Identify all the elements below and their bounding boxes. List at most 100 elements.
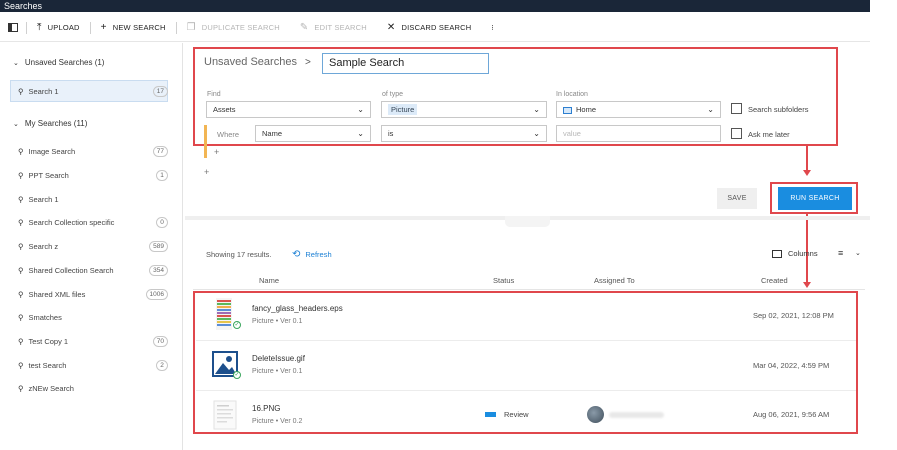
toggle-sidebar-button[interactable] xyxy=(0,14,26,41)
edit-search-label: EDIT SEARCH xyxy=(314,23,367,32)
search-icon: ⚲ xyxy=(18,360,24,370)
breadcrumb-parent[interactable]: Unsaved Searches xyxy=(204,56,297,68)
close-icon: ✕ xyxy=(386,22,396,33)
add-group-button[interactable]: + xyxy=(204,167,209,177)
status-badge: Review xyxy=(485,410,529,419)
sidebar-item-image-search[interactable]: ⚲ Image Search 77 xyxy=(18,144,168,158)
search-icon: ⚲ xyxy=(18,265,24,275)
sidebar-item-search-z[interactable]: ⚲ Search z 589 xyxy=(18,239,168,253)
created-date: Mar 04, 2022, 4:59 PM xyxy=(753,361,830,370)
file-thumbnail[interactable] xyxy=(213,400,239,430)
column-header-assigned-to[interactable]: Assigned To xyxy=(594,276,635,285)
annotation-arrow-head xyxy=(803,282,811,288)
file-name[interactable]: DeleteIssue.gif xyxy=(252,354,305,363)
save-button[interactable]: SAVE xyxy=(717,188,757,209)
file-name[interactable]: fancy_glass_headers.eps xyxy=(252,304,343,313)
field-value: Name xyxy=(262,129,283,138)
assignee-name-redacted xyxy=(609,412,664,418)
created-date: Aug 06, 2021, 9:56 AM xyxy=(753,410,830,419)
breadcrumb: Unsaved Searches > xyxy=(204,56,319,68)
count-badge: 70 xyxy=(152,335,168,347)
type-select[interactable]: Picture ⌄ xyxy=(381,101,547,118)
find-label: Find xyxy=(207,91,221,98)
search-icon: ⚲ xyxy=(18,289,24,299)
chevron-down-icon: ⌄ xyxy=(533,105,540,114)
splitter-handle[interactable] xyxy=(505,216,550,227)
location-label: In location xyxy=(556,91,588,98)
unsaved-searches-label: Unsaved Searches (1) xyxy=(24,58,105,67)
document-thumbnail-icon xyxy=(213,400,237,430)
discard-search-button[interactable]: ✕ DISCARD SEARCH xyxy=(377,14,482,41)
count-badge: 2 xyxy=(156,359,168,371)
refresh-button[interactable]: ⟲ Refresh xyxy=(292,249,332,260)
sidebar-item-ppt-search[interactable]: ⚲ PPT Search 1 xyxy=(18,168,168,182)
sidebar-item-label: Shared Collection Search xyxy=(28,265,114,275)
find-select[interactable]: Assets ⌄ xyxy=(206,101,371,118)
operator-value: is xyxy=(388,129,394,138)
sidebar-item-label: zNEw Search xyxy=(28,383,74,393)
columns-button[interactable]: Columns xyxy=(772,249,818,258)
row-divider xyxy=(196,390,856,391)
duplicate-search-button[interactable]: ❐ DUPLICATE SEARCH xyxy=(177,14,290,41)
file-meta: Picture • Ver 0.1 xyxy=(252,318,302,325)
list-view-icon[interactable]: ≡ xyxy=(838,248,843,258)
location-value: Home xyxy=(576,105,597,114)
condition-indicator xyxy=(204,125,207,158)
file-version: Ver 0.2 xyxy=(280,418,303,425)
unsaved-searches-group[interactable]: ⌄ Unsaved Searches (1) xyxy=(13,58,104,67)
column-header-name[interactable]: Name xyxy=(259,276,279,285)
sidebar-item-shared-xml-files[interactable]: ⚲ Shared XML files 1006 xyxy=(18,287,168,301)
sidebar-item-search-1[interactable]: ⚲ Search 1 xyxy=(18,192,168,206)
more-options-button[interactable]: ⁝ xyxy=(481,14,504,41)
folder-icon xyxy=(563,106,572,114)
ask-me-later-checkbox[interactable] xyxy=(731,128,742,139)
annotation-arrow-head xyxy=(803,170,811,176)
chevron-down-icon[interactable]: ⌄ xyxy=(855,249,861,257)
sidebar-item-label: Search Collection specific xyxy=(28,217,115,227)
column-header-status[interactable]: Status xyxy=(493,276,514,285)
run-search-button[interactable]: RUN SEARCH xyxy=(778,187,852,210)
header-divider xyxy=(193,289,865,290)
search-name-input[interactable]: Sample Search xyxy=(322,53,489,74)
my-searches-group[interactable]: ⌄ My Searches (11) xyxy=(13,119,87,128)
count-badge: 0 xyxy=(156,216,168,228)
breadcrumb-separator: > xyxy=(304,56,311,68)
count-badge: 1006 xyxy=(145,288,168,300)
operator-select[interactable]: is ⌄ xyxy=(381,125,547,142)
sidebar-item-test-copy-1[interactable]: ⚲ Test Copy 1 70 xyxy=(18,334,168,348)
count-badge: 1 xyxy=(156,169,168,181)
new-search-button[interactable]: + NEW SEARCH xyxy=(91,14,176,41)
sidebar-item-znew-search[interactable]: ⚲ zNEw Search xyxy=(18,381,168,395)
column-header-created[interactable]: Created xyxy=(761,276,788,285)
search-icon: ⚲ xyxy=(18,170,24,180)
duplicate-search-label: DUPLICATE SEARCH xyxy=(201,23,280,32)
search-icon: ⚲ xyxy=(18,383,24,393)
search-subfolders-checkbox[interactable] xyxy=(731,103,742,114)
sidebar-item-label: Search 1 xyxy=(28,86,59,96)
my-searches-label: My Searches (11) xyxy=(24,119,88,128)
pencil-icon: ✎ xyxy=(299,22,309,33)
upload-button[interactable]: ⤒ UPLOAD xyxy=(27,14,90,41)
sidebar-item-test-search[interactable]: ⚲ test Search 2 xyxy=(18,358,168,372)
columns-label: Columns xyxy=(788,249,818,258)
edit-search-button[interactable]: ✎ EDIT SEARCH xyxy=(290,14,377,41)
sidebar-item-unsaved-search-1[interactable]: ⚲ Search 1 17 xyxy=(18,84,168,98)
annotation-arrow xyxy=(806,214,808,282)
chevron-down-icon: ⌄ xyxy=(707,105,714,114)
value-input[interactable]: value xyxy=(556,125,721,142)
search-icon: ⚲ xyxy=(18,194,24,204)
ask-me-later-label: Ask me later xyxy=(748,130,790,139)
sidebar-item-search-collection-specific[interactable]: ⚲ Search Collection specific 0 xyxy=(18,215,168,229)
sidebar-item-smatches[interactable]: ⚲ Smatches xyxy=(18,310,168,324)
status-color-indicator xyxy=(485,412,496,417)
sidebar-item-shared-collection-search[interactable]: ⚲ Shared Collection Search 354 xyxy=(18,263,168,277)
location-select[interactable]: Home ⌄ xyxy=(556,101,721,118)
count-badge: 17 xyxy=(152,85,168,97)
field-select[interactable]: Name ⌄ xyxy=(255,125,371,142)
avatar[interactable] xyxy=(587,406,604,423)
add-condition-button[interactable]: + xyxy=(214,147,219,157)
file-name[interactable]: 16.PNG xyxy=(252,404,280,413)
sidebar-item-label: Search z xyxy=(28,241,59,251)
count-badge: 354 xyxy=(149,264,168,276)
chevron-down-icon: ⌄ xyxy=(533,129,540,138)
